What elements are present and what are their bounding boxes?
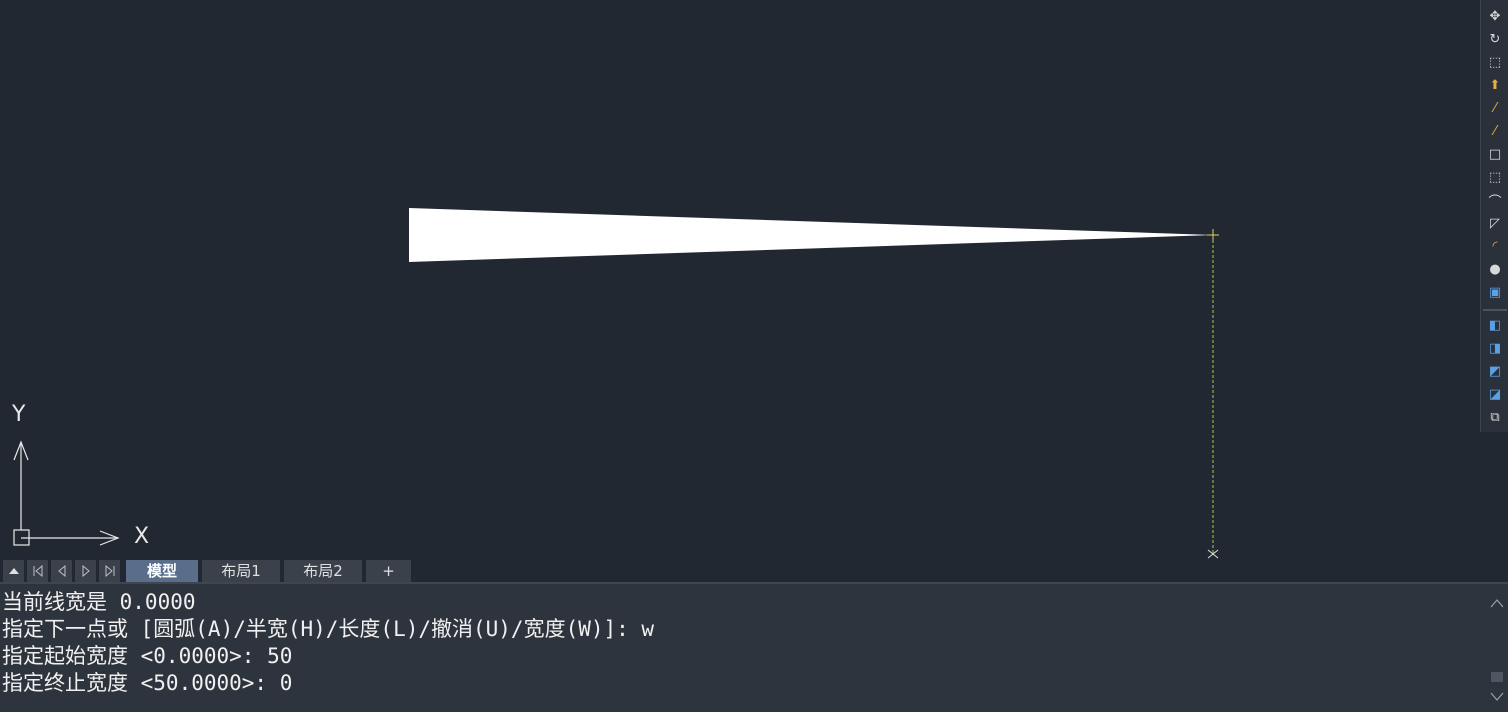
rotate-icon[interactable]: ↻: [1487, 31, 1503, 47]
fillet-icon[interactable]: ◜: [1487, 238, 1503, 254]
command-line-1: 当前线宽是 0.0000: [2, 590, 196, 614]
add-layout-button[interactable]: +: [366, 560, 411, 582]
first-tab-button[interactable]: [27, 560, 48, 582]
join-icon[interactable]: ⌒: [1487, 192, 1503, 210]
extend-icon[interactable]: ⁄: [1487, 123, 1503, 139]
chamfer-icon[interactable]: ◸: [1487, 215, 1503, 231]
send-to-back-icon[interactable]: ◨: [1487, 340, 1503, 356]
last-tab-button[interactable]: [99, 560, 120, 582]
crosshair-cursor: [1207, 229, 1219, 241]
first-icon: [33, 565, 42, 577]
triangle-up-icon: [8, 568, 19, 574]
drawing-svg: [409, 208, 1219, 559]
previous-tab-button[interactable]: [51, 560, 72, 582]
break-at-point-icon[interactable]: □: [1487, 146, 1503, 162]
copy-objects-icon[interactable]: ⧉: [1487, 409, 1503, 425]
previous-icon: [57, 565, 65, 577]
command-scrollbar[interactable]: [1486, 584, 1508, 712]
ucs-icon: Y X: [0, 400, 160, 560]
scroll-down-icon[interactable]: [1490, 690, 1504, 704]
scroll-thumb[interactable]: [1491, 672, 1503, 682]
command-window[interactable]: 当前线宽是 0.0000 指定下一点或 [圆弧(A)/半宽(H)/长度(L)/撤…: [0, 582, 1508, 712]
layout-tab-bar: 模型 布局1 布局2 +: [0, 560, 1480, 582]
command-history: 当前线宽是 0.0000 指定下一点或 [圆弧(A)/半宽(H)/长度(L)/撤…: [2, 589, 654, 697]
scale-icon[interactable]: ⬚: [1487, 54, 1503, 70]
ucs-x-label: X: [134, 524, 150, 549]
break-icon[interactable]: ⬚: [1487, 169, 1503, 185]
blend-icon[interactable]: ●: [1487, 261, 1503, 277]
last-icon: [105, 565, 114, 577]
command-line-2: 指定下一点或 [圆弧(A)/半宽(H)/长度(L)/撤消(U)/宽度(W)]: …: [2, 617, 655, 641]
stretch-icon[interactable]: ⬆: [1487, 77, 1503, 93]
tab-layout2[interactable]: 布局2: [284, 560, 362, 582]
tab-list-up-button[interactable]: [3, 560, 24, 582]
explode-icon[interactable]: ▣: [1487, 284, 1503, 300]
scroll-up-icon[interactable]: [1490, 596, 1504, 610]
send-under-icon[interactable]: ◪: [1487, 386, 1503, 402]
command-line-3: 指定起始宽度 <0.0000>: 50: [2, 644, 293, 668]
ucs-y-label: Y: [12, 402, 26, 427]
command-line-4: 指定终止宽度 <50.0000>: 0: [2, 671, 293, 695]
move-icon[interactable]: ✥: [1487, 8, 1503, 24]
toolbar-separator: [1483, 309, 1507, 311]
next-tab-button[interactable]: [75, 560, 96, 582]
modify-toolbar: ✥ ↻ ⬚ ⬆ ⁄ ⁄ □ ⬚ ⌒ ◸ ◜ ● ▣ ◧ ◨ ◩ ◪ ⧉: [1480, 0, 1508, 432]
bring-to-front-icon[interactable]: ◧: [1487, 317, 1503, 333]
bring-above-icon[interactable]: ◩: [1487, 363, 1503, 379]
next-icon: [82, 565, 90, 577]
tapered-polyline[interactable]: [409, 208, 1213, 262]
drawing-canvas[interactable]: Y X: [0, 0, 1480, 560]
trim-icon[interactable]: ⁄: [1487, 100, 1503, 116]
tab-model[interactable]: 模型: [126, 560, 198, 582]
tab-layout1[interactable]: 布局1: [202, 560, 280, 582]
